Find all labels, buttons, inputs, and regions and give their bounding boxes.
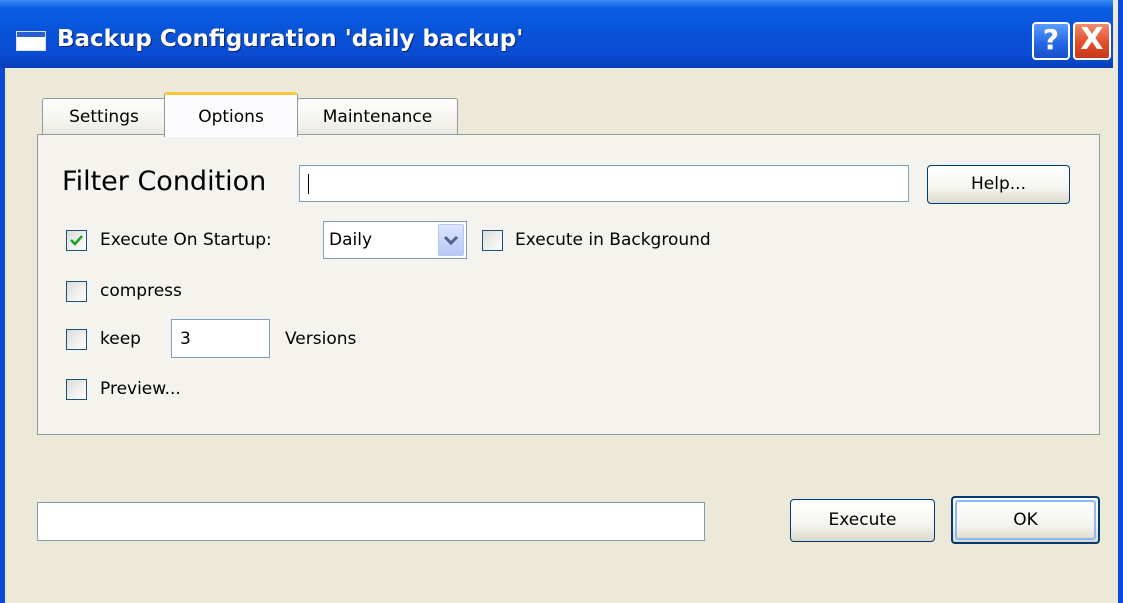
- checkmark-icon: [70, 235, 83, 246]
- compress-checkbox[interactable]: [66, 281, 87, 302]
- execute-background-label: Execute in Background: [515, 230, 711, 250]
- status-field: [37, 502, 705, 541]
- ok-button[interactable]: OK: [951, 496, 1100, 544]
- execute-background-checkbox[interactable]: [482, 230, 503, 251]
- tab-maintenance[interactable]: Maintenance: [297, 98, 458, 135]
- keep-label: keep: [100, 329, 141, 349]
- versions-label: Versions: [285, 329, 357, 349]
- execute-on-startup-checkbox[interactable]: [66, 230, 87, 251]
- tab-settings[interactable]: Settings: [42, 98, 166, 135]
- frequency-select-value: Daily: [329, 230, 373, 250]
- preview-checkbox[interactable]: [66, 379, 87, 400]
- chevron-down-icon: [443, 235, 459, 246]
- keep-versions-checkbox[interactable]: [66, 329, 87, 350]
- compress-label: compress: [100, 281, 182, 301]
- frequency-select[interactable]: Daily: [323, 221, 467, 259]
- tab-options[interactable]: Options: [164, 92, 298, 137]
- preview-label: Preview...: [100, 379, 181, 399]
- dropdown-button[interactable]: [438, 224, 464, 256]
- execute-button[interactable]: Execute: [790, 499, 935, 542]
- keep-versions-value: 3: [180, 329, 191, 349]
- window-title: Backup Configuration 'daily backup': [57, 26, 524, 52]
- filter-condition-label: Filter Condition: [62, 166, 267, 197]
- title-bar[interactable]: Backup Configuration 'daily backup' ? X: [0, 0, 1113, 68]
- help-icon[interactable]: ?: [1032, 22, 1070, 60]
- keep-versions-input[interactable]: 3: [171, 319, 270, 358]
- window-icon: [16, 31, 46, 51]
- filter-condition-input[interactable]: [299, 165, 909, 202]
- close-icon[interactable]: X: [1073, 22, 1111, 60]
- text-caret: [308, 174, 309, 194]
- execute-on-startup-label: Execute On Startup:: [100, 230, 272, 250]
- help-button[interactable]: Help...: [927, 165, 1070, 204]
